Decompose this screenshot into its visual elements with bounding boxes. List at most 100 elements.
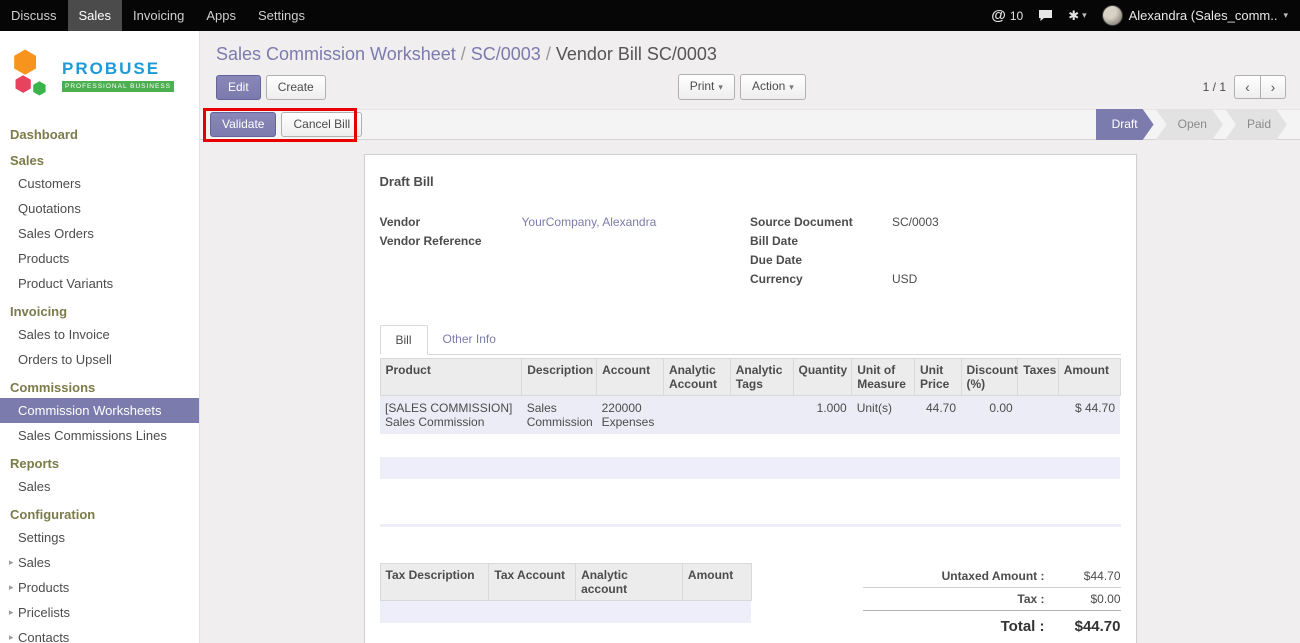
bill-date-label: Bill Date xyxy=(750,234,892,253)
logo-icon: ⬢ ⬢ ⬢ xyxy=(12,50,56,102)
top-menu-apps[interactable]: Apps xyxy=(195,0,247,31)
tax-label: Tax : xyxy=(863,592,1059,606)
edit-button[interactable]: Edit xyxy=(216,75,261,100)
due-date-label: Due Date xyxy=(750,253,892,272)
print-dropdown-button[interactable]: Print▾ xyxy=(678,74,735,100)
hexagon-icon: ⬢ xyxy=(32,80,47,97)
expand-icon: ▸ xyxy=(9,607,18,618)
sidebar-item-customers[interactable]: Customers xyxy=(0,171,199,196)
tax-value: $0.00 xyxy=(1059,592,1121,606)
tax-header-row: Tax Description Tax Account Analytic acc… xyxy=(380,564,751,601)
chat-icon[interactable] xyxy=(1038,9,1053,22)
col-tax-account: Tax Account xyxy=(489,564,576,601)
col-analytic-tags: Analytic Tags xyxy=(730,359,793,396)
form-sheet: Draft Bill Vendor YourCompany, Alexandra… xyxy=(364,154,1137,643)
lines-header-row: Product Description Account Analytic Acc… xyxy=(380,359,1120,396)
col-unit-price: Unit Price xyxy=(914,359,961,396)
top-menu-sales[interactable]: Sales xyxy=(68,0,123,31)
status-open[interactable]: Open xyxy=(1156,109,1223,140)
sidebar-item-quotations[interactable]: Quotations xyxy=(0,196,199,221)
expand-icon: ▸ xyxy=(9,582,18,593)
sidebar-item-sales-orders[interactable]: Sales Orders xyxy=(0,221,199,246)
cell-quantity: 1.000 xyxy=(793,396,852,435)
field-groups: Vendor YourCompany, Alexandra Vendor Ref… xyxy=(380,215,1121,291)
chevron-left-icon: ‹ xyxy=(1245,79,1250,95)
untaxed-amount-label: Untaxed Amount : xyxy=(863,569,1059,583)
brand-tagline: PROFESSIONAL BUSINESS xyxy=(62,81,174,92)
empty-row xyxy=(380,457,1120,479)
col-tax-amount: Amount xyxy=(682,564,751,601)
cancel-bill-button[interactable]: Cancel Bill xyxy=(281,112,362,137)
col-discount: Discount (%) xyxy=(961,359,1018,396)
sidebar-item-commission-worksheets[interactable]: Commission Worksheets xyxy=(0,398,199,423)
debug-icon: ✱ xyxy=(1068,8,1079,24)
sidebar-item-config-products[interactable]: ▸Products xyxy=(0,575,199,600)
sidebar-item-product-variants[interactable]: Product Variants xyxy=(0,271,199,296)
validate-button[interactable]: Validate xyxy=(210,112,276,137)
tax-row: Tax : $0.00 xyxy=(863,588,1121,611)
page-title: Draft Bill xyxy=(380,174,1121,189)
tab-bill[interactable]: Bill xyxy=(380,325,428,355)
sidebar-item-reports-sales[interactable]: Sales xyxy=(0,474,199,499)
topbar-right-tools: @ 10 ✱ ▾ Alexandra (Sales_comm.. ▾ xyxy=(991,0,1300,31)
sidebar: ⬢ ⬢ ⬢ PROBUSE PROFESSIONAL BUSINESS Dash… xyxy=(0,31,200,643)
pager-previous-button[interactable]: ‹ xyxy=(1234,75,1260,99)
empty-row xyxy=(380,434,1120,457)
app-logo: ⬢ ⬢ ⬢ PROBUSE PROFESSIONAL BUSINESS xyxy=(0,31,199,119)
sidebar-section-commissions: Commissions xyxy=(0,372,199,398)
total-label: Total : xyxy=(863,618,1059,635)
mention-counter[interactable]: @ 10 xyxy=(991,7,1023,24)
breadcrumb-worksheet-link[interactable]: Sales Commission Worksheet xyxy=(216,44,456,64)
sidebar-section-sales: Sales xyxy=(0,145,199,171)
create-button[interactable]: Create xyxy=(266,75,326,100)
status-bar: Validate Cancel Bill Draft Open Paid xyxy=(200,109,1300,140)
bill-date-value xyxy=(892,234,1121,253)
untaxed-amount-value: $44.70 xyxy=(1059,569,1121,583)
cell-amount: $ 44.70 xyxy=(1058,396,1120,435)
top-navbar: Discuss Sales Invoicing Apps Settings @ … xyxy=(0,0,1300,31)
tax-lines-table: Tax Description Tax Account Analytic acc… xyxy=(380,563,752,643)
top-menu-settings[interactable]: Settings xyxy=(247,0,316,31)
control-panel: Edit Create Print▾ Action▾ 1 / 1 ‹ › xyxy=(200,65,1300,109)
action-dropdown-button[interactable]: Action▾ xyxy=(740,74,806,100)
vendor-value[interactable]: YourCompany, Alexandra xyxy=(522,215,751,234)
expand-icon: ▸ xyxy=(9,557,18,568)
status-draft[interactable]: Draft xyxy=(1096,109,1154,140)
sidebar-item-dashboard[interactable]: Dashboard xyxy=(0,119,199,145)
tab-other-info[interactable]: Other Info xyxy=(428,325,511,354)
vendor-reference-value xyxy=(522,234,751,253)
source-document-label: Source Document xyxy=(750,215,892,234)
pager-next-button[interactable]: › xyxy=(1260,75,1286,99)
sidebar-item-config-sales[interactable]: ▸Sales xyxy=(0,550,199,575)
hexagon-icon: ⬢ xyxy=(14,74,32,95)
debug-menu[interactable]: ✱ ▾ xyxy=(1068,8,1086,24)
sidebar-item-config-contacts[interactable]: ▸Contacts xyxy=(0,625,199,643)
breadcrumb-current: Vendor Bill SC/0003 xyxy=(556,44,717,64)
status-paid[interactable]: Paid xyxy=(1225,109,1287,140)
col-unit-of-measure: Unit of Measure xyxy=(852,359,915,396)
col-tax-description: Tax Description xyxy=(380,564,489,601)
sidebar-item-products[interactable]: Products xyxy=(0,246,199,271)
empty-row xyxy=(380,601,751,623)
due-date-value xyxy=(892,253,1121,272)
cell-unit-of-measure: Unit(s) xyxy=(852,396,915,435)
sidebar-item-config-pricelists[interactable]: ▸Pricelists xyxy=(0,600,199,625)
currency-value: USD xyxy=(892,272,1121,291)
breadcrumb-sc0003-link[interactable]: SC/0003 xyxy=(471,44,541,64)
total-value: $44.70 xyxy=(1059,618,1121,635)
sidebar-item-sales-to-invoice[interactable]: Sales to Invoice xyxy=(0,322,199,347)
chevron-down-icon: ▾ xyxy=(1283,10,1288,21)
source-document-value: SC/0003 xyxy=(892,215,1121,234)
sidebar-section-configuration: Configuration xyxy=(0,499,199,525)
top-menu-discuss[interactable]: Discuss xyxy=(0,0,68,31)
invoice-line-row[interactable]: [SALES COMMISSION] Sales Commission Sale… xyxy=(380,396,1120,435)
sidebar-item-config-settings[interactable]: Settings xyxy=(0,525,199,550)
top-menu-invoicing[interactable]: Invoicing xyxy=(122,0,195,31)
brand-name: PROBUSE xyxy=(62,59,174,79)
breadcrumb: Sales Commission Worksheet/SC/0003/Vendo… xyxy=(200,31,1300,65)
user-menu[interactable]: Alexandra (Sales_comm.. ▾ xyxy=(1102,5,1288,26)
user-name: Alexandra (Sales_comm.. xyxy=(1129,8,1278,23)
sidebar-item-orders-to-upsell[interactable]: Orders to Upsell xyxy=(0,347,199,372)
sidebar-item-sales-commissions-lines[interactable]: Sales Commissions Lines xyxy=(0,423,199,448)
chevron-down-icon: ▾ xyxy=(1082,10,1087,21)
